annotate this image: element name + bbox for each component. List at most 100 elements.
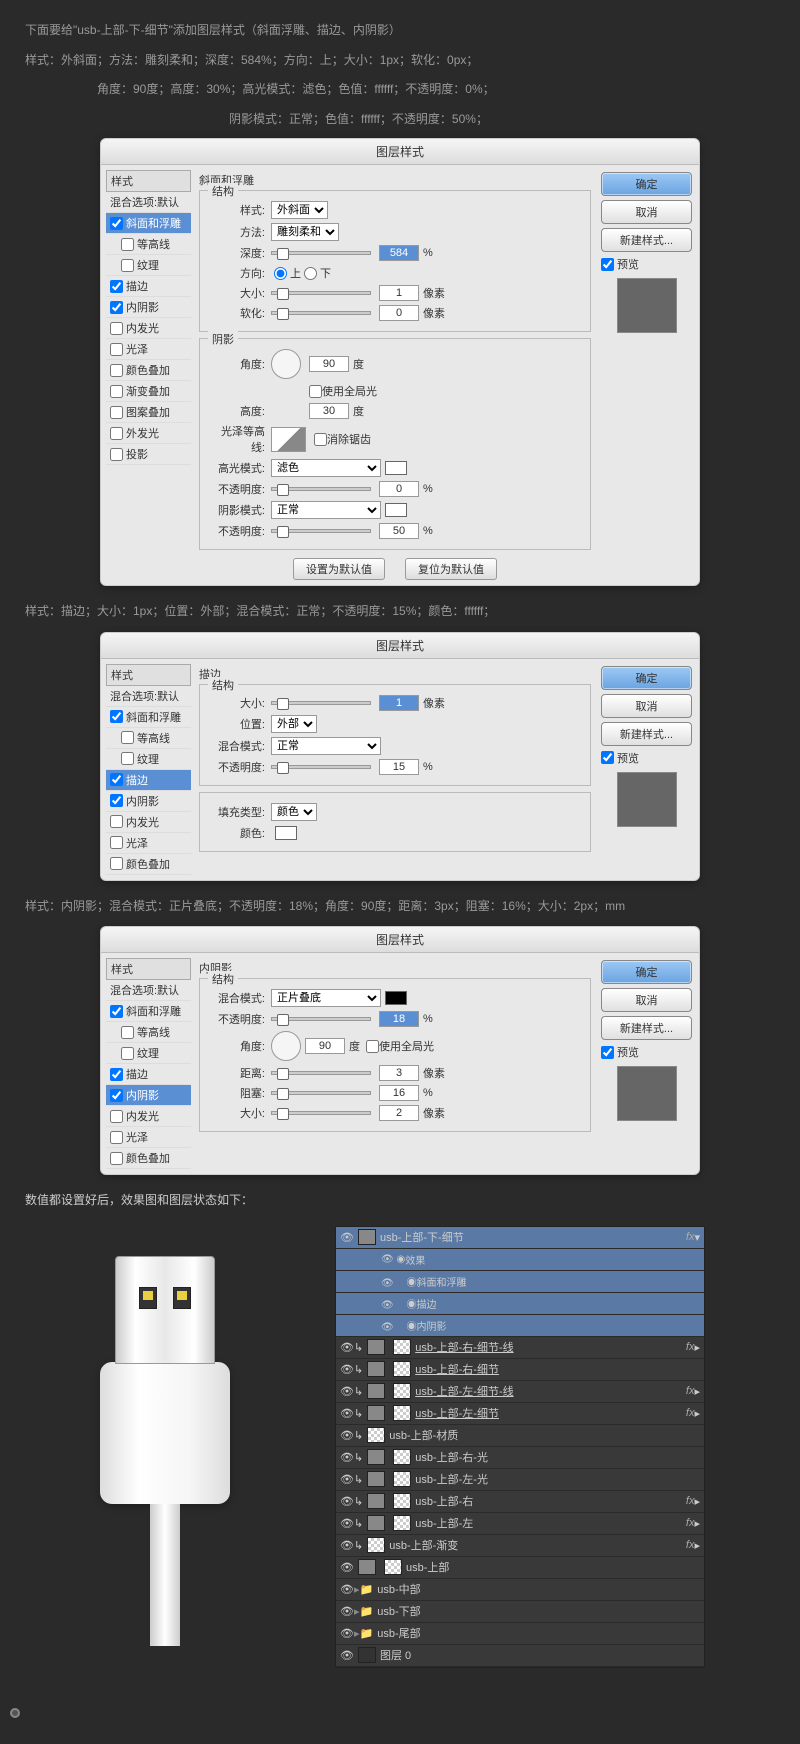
shadow-mode[interactable]: 正常 (271, 501, 381, 519)
inner-choke-slider[interactable] (271, 1091, 371, 1095)
style-inner-glow[interactable]: 内发光 (106, 318, 191, 339)
layer-row[interactable]: 👁↳usb-上部-右-细节-线fx▸ (336, 1337, 704, 1359)
ok-button-3[interactable]: 确定 (601, 960, 692, 984)
cb[interactable] (110, 794, 123, 807)
cb-pattern[interactable] (110, 406, 123, 419)
layer-row[interactable]: 👁▸📁usb-尾部 (336, 1623, 704, 1645)
layer-row[interactable]: 👁↳usb-上部-右fx▸ (336, 1491, 704, 1513)
cb[interactable] (110, 773, 123, 786)
layer-row[interactable]: 👁图层 0 (336, 1645, 704, 1667)
stroke-pos[interactable]: 外部 (271, 715, 317, 733)
preview-cb-3[interactable] (601, 1046, 614, 1059)
stroke-color[interactable] (275, 826, 297, 840)
cb-inner-glow[interactable] (110, 322, 123, 335)
reset-default-button[interactable]: 复位为默认值 (405, 558, 497, 580)
layer-row[interactable]: 👁usb-上部 (336, 1557, 704, 1579)
cb-stroke[interactable] (110, 280, 123, 293)
cb-satin[interactable] (110, 343, 123, 356)
style-contour-3[interactable]: 等高线 (106, 1022, 191, 1043)
style-texture-3[interactable]: 纹理 (106, 1043, 191, 1064)
size-slider[interactable] (271, 291, 371, 295)
stroke-opacity[interactable]: 15 (379, 759, 419, 775)
cb-grad[interactable] (110, 385, 123, 398)
style-drop-shadow[interactable]: 投影 (106, 444, 191, 465)
cb[interactable] (110, 836, 123, 849)
cb-inner-shadow[interactable] (110, 301, 123, 314)
fx-inner[interactable]: 👁 ◉ 内阴影 (336, 1315, 704, 1337)
style-satin-2[interactable]: 光泽 (106, 833, 191, 854)
global-light-cb[interactable] (309, 385, 322, 398)
shadow-opacity[interactable]: 50 (379, 523, 419, 539)
cancel-button-3[interactable]: 取消 (601, 988, 692, 1012)
inner-dist-slider[interactable] (271, 1071, 371, 1075)
style-stroke-3[interactable]: 描边 (106, 1064, 191, 1085)
inner-dist[interactable]: 3 (379, 1065, 419, 1081)
style-stroke[interactable]: 描边 (106, 276, 191, 297)
depth-slider[interactable] (271, 251, 371, 255)
layer-row[interactable]: 👁↳usb-上部-左-细节-线fx▸ (336, 1381, 704, 1403)
cb[interactable] (110, 1152, 123, 1165)
layer-row[interactable]: 👁↳usb-上部-右-细节 (336, 1359, 704, 1381)
inner-angle[interactable]: 90 (305, 1038, 345, 1054)
set-default-button[interactable]: 设置为默认值 (293, 558, 385, 580)
new-style-button[interactable]: 新建样式... (601, 228, 692, 252)
ok-button-2[interactable]: 确定 (601, 666, 692, 690)
fill-type[interactable]: 颜色 (271, 803, 317, 821)
style-inner-shadow-2[interactable]: 内阴影 (106, 791, 191, 812)
hilite-opacity-slider[interactable] (271, 487, 371, 491)
style-contour[interactable]: 等高线 (106, 234, 191, 255)
inner-global-cb[interactable] (366, 1040, 379, 1053)
preview-cb[interactable] (601, 258, 614, 271)
hilite-color[interactable] (385, 461, 407, 475)
shadow-color[interactable] (385, 503, 407, 517)
style-select[interactable]: 外斜面 (271, 201, 328, 219)
blend-options-3[interactable]: 混合选项:默认 (106, 980, 191, 1001)
style-inner-shadow[interactable]: 内阴影 (106, 297, 191, 318)
cb-contour[interactable] (121, 238, 134, 251)
cb[interactable] (110, 1089, 123, 1102)
style-texture-2[interactable]: 纹理 (106, 749, 191, 770)
cb[interactable] (110, 1110, 123, 1123)
soften-slider[interactable] (271, 311, 371, 315)
style-satin-3[interactable]: 光泽 (106, 1127, 191, 1148)
cb[interactable] (121, 731, 134, 744)
stroke-size-slider[interactable] (271, 701, 371, 705)
cb[interactable] (110, 857, 123, 870)
gloss-contour[interactable] (271, 427, 306, 452)
antialias-cb[interactable] (314, 433, 327, 446)
cb-drop[interactable] (110, 448, 123, 461)
stroke-blend[interactable]: 正常 (271, 737, 381, 755)
style-texture[interactable]: 纹理 (106, 255, 191, 276)
hilite-mode[interactable]: 滤色 (271, 459, 381, 477)
shadow-opacity-slider[interactable] (271, 529, 371, 533)
cb[interactable] (110, 1005, 123, 1018)
inner-blend[interactable]: 正片叠底 (271, 989, 381, 1007)
style-outer-glow[interactable]: 外发光 (106, 423, 191, 444)
new-style-button-3[interactable]: 新建样式... (601, 1016, 692, 1040)
fx-bevel[interactable]: 👁 ◉ 斜面和浮雕 (336, 1271, 704, 1293)
style-grad-overlay[interactable]: 渐变叠加 (106, 381, 191, 402)
inner-opacity-slider[interactable] (271, 1017, 371, 1021)
method-select[interactable]: 雕刻柔和 (271, 223, 339, 241)
cb[interactable] (121, 1047, 134, 1060)
cb[interactable] (110, 1131, 123, 1144)
angle-dial[interactable] (271, 349, 301, 379)
inner-size-slider[interactable] (271, 1111, 371, 1115)
layer-row[interactable]: 👁↳usb-上部-左-光 (336, 1469, 704, 1491)
layer-row[interactable]: 👁↳usb-上部-右-光 (336, 1447, 704, 1469)
layer-row[interactable]: 👁▸📁usb-中部 (336, 1579, 704, 1601)
fx-label[interactable]: 👁 ◉ 效果 (336, 1249, 704, 1271)
style-inner-shadow-3[interactable]: 内阴影 (106, 1085, 191, 1106)
hilite-opacity[interactable]: 0 (379, 481, 419, 497)
cb-texture[interactable] (121, 259, 134, 272)
layer-row[interactable]: 👁▸📁usb-下部 (336, 1601, 704, 1623)
new-style-button-2[interactable]: 新建样式... (601, 722, 692, 746)
layer-row-selected[interactable]: 👁usb-上部-下-细节fx▾ (336, 1227, 704, 1249)
style-satin[interactable]: 光泽 (106, 339, 191, 360)
inner-choke[interactable]: 16 (379, 1085, 419, 1101)
fx-stroke[interactable]: 👁 ◉ 描边 (336, 1293, 704, 1315)
style-bevel-2[interactable]: 斜面和浮雕 (106, 707, 191, 728)
preview-cb-2[interactable] (601, 751, 614, 764)
stroke-size[interactable]: 1 (379, 695, 419, 711)
dir-up[interactable] (274, 267, 287, 280)
